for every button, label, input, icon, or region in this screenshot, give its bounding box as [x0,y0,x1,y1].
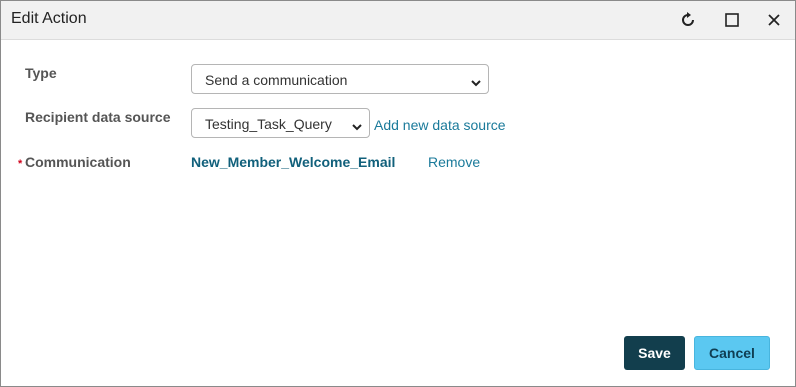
communication-link[interactable]: New_Member_Welcome_Email [191,154,395,170]
recipient-select-value: Testing_Task_Query [205,116,332,132]
close-icon[interactable] [763,9,785,31]
communication-label: Communication [25,154,131,170]
remove-link[interactable]: Remove [428,154,480,170]
dialog-title: Edit Action [11,10,87,27]
required-marker: * [18,158,23,170]
type-select[interactable]: Send a communication [191,64,489,94]
edit-action-dialog: Edit Action Type Send a communication Re… [0,0,796,387]
save-button[interactable]: Save [624,336,685,370]
cancel-button[interactable]: Cancel [694,336,770,370]
refresh-icon[interactable] [677,9,699,31]
recipient-label: Recipient data source [25,109,171,125]
maximize-icon[interactable] [721,9,743,31]
chevron-down-icon [351,119,363,135]
type-select-value: Send a communication [205,72,348,88]
type-label: Type [25,65,57,81]
add-data-source-link[interactable]: Add new data source [374,117,506,133]
recipient-select[interactable]: Testing_Task_Query [191,108,370,138]
dialog-titlebar: Edit Action [1,1,795,40]
chevron-down-icon [470,75,482,91]
